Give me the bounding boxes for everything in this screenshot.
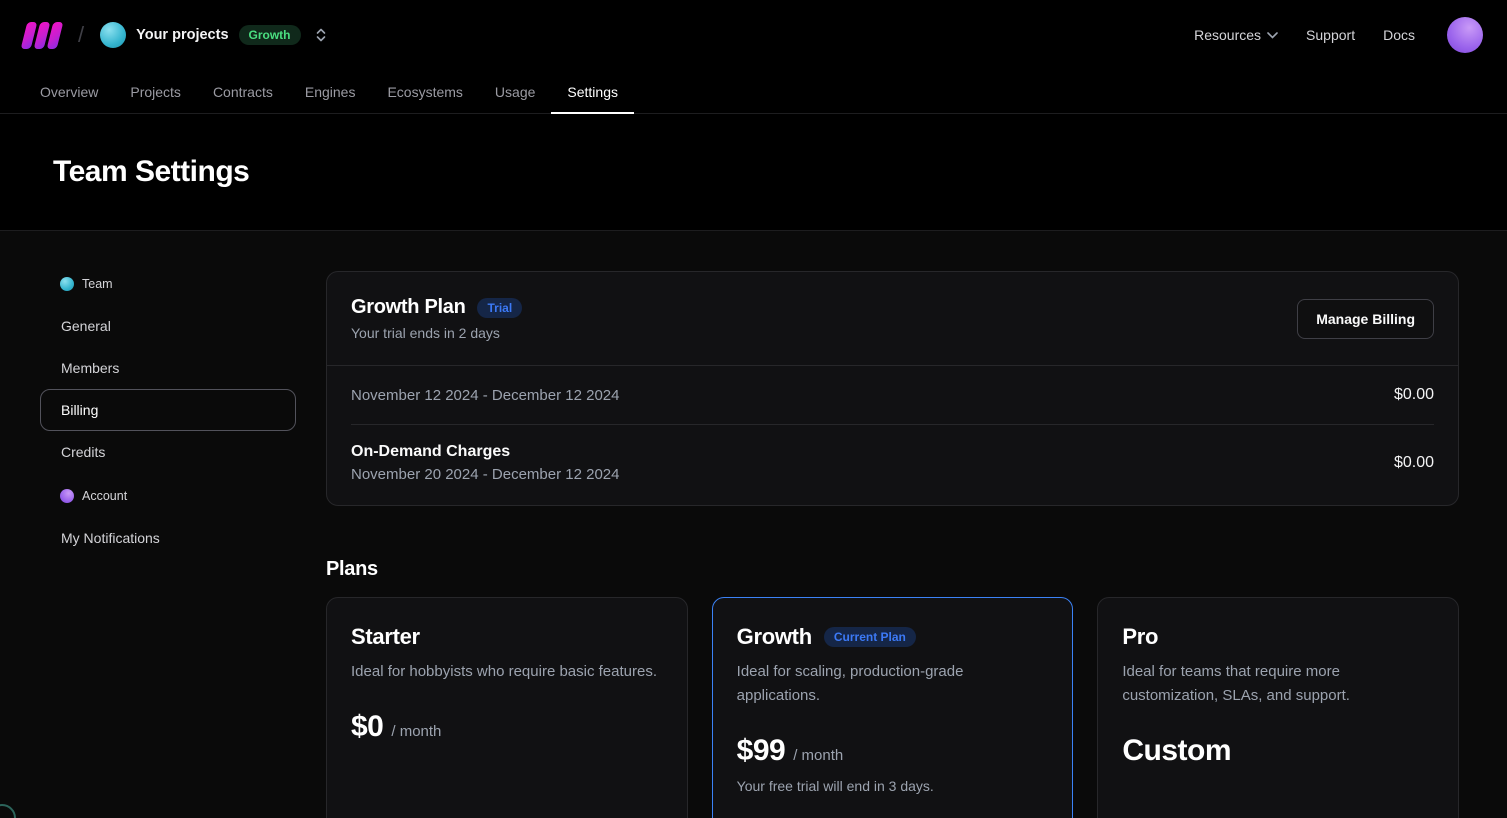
- header-nav: Resources Support Docs: [1194, 17, 1483, 53]
- chevron-up-down-icon[interactable]: [313, 27, 329, 43]
- team-avatar[interactable]: [100, 22, 126, 48]
- team-name[interactable]: Your projects: [136, 27, 228, 43]
- billing-period-row: November 12 2024 - December 12 2024 $0.0…: [327, 366, 1458, 424]
- plan-price: $99: [737, 734, 786, 768]
- resources-label: Resources: [1194, 27, 1261, 43]
- plan-name: Pro: [1122, 624, 1158, 650]
- sidebar-section-label: Account: [82, 489, 127, 503]
- sidebar-item-my-notifications[interactable]: My Notifications: [40, 517, 296, 559]
- plan-description: Ideal for teams that require more custom…: [1122, 660, 1434, 708]
- ondemand-title: On-Demand Charges: [351, 443, 620, 461]
- ondemand-charges-row: On-Demand Charges November 20 2024 - Dec…: [327, 425, 1458, 505]
- tab-contracts[interactable]: Contracts: [197, 70, 289, 113]
- billing-main: Growth Plan Trial Your trial ends in 2 d…: [326, 271, 1459, 818]
- breadcrumb-separator: /: [78, 22, 84, 48]
- plan-price: Custom: [1122, 734, 1231, 768]
- page-title: Team Settings: [53, 155, 249, 189]
- sidebar-item-credits[interactable]: Credits: [40, 431, 296, 473]
- sidebar-item-general[interactable]: General: [40, 305, 296, 347]
- billing-period-amount: $0.00: [1394, 386, 1434, 404]
- team-dot-icon: [60, 277, 74, 291]
- manage-billing-button[interactable]: Manage Billing: [1297, 299, 1434, 339]
- settings-sidebar: Team General Members Billing Credits Acc…: [40, 271, 296, 818]
- tab-engines[interactable]: Engines: [289, 70, 372, 113]
- tab-ecosystems[interactable]: Ecosystems: [371, 70, 478, 113]
- plans-heading: Plans: [326, 558, 1459, 581]
- sidebar-section-team: Team: [40, 271, 296, 297]
- team-plan-badge: Growth: [239, 25, 301, 45]
- main-tabbar: Overview Projects Contracts Engines Ecos…: [0, 70, 1507, 114]
- plan-price-suffix: / month: [391, 723, 441, 740]
- tab-usage[interactable]: Usage: [479, 70, 551, 113]
- trial-subtitle: Your trial ends in 2 days: [351, 325, 522, 341]
- plan-card-growth: Growth Current Plan Ideal for scaling, p…: [712, 597, 1074, 818]
- plan-price: $0: [351, 710, 383, 744]
- tab-overview[interactable]: Overview: [24, 70, 114, 113]
- user-avatar[interactable]: [1447, 17, 1483, 53]
- plan-name: Starter: [351, 624, 420, 650]
- plans-grid: Starter Ideal for hobbyists who require …: [326, 597, 1459, 818]
- plan-description: Ideal for scaling, production-grade appl…: [737, 660, 1049, 708]
- top-header: / Your projects Growth Resources Support…: [0, 0, 1507, 70]
- resources-menu[interactable]: Resources: [1194, 27, 1278, 43]
- sidebar-item-members[interactable]: Members: [40, 347, 296, 389]
- sidebar-item-billing[interactable]: Billing: [40, 389, 296, 431]
- current-plan-title: Growth Plan: [351, 296, 465, 319]
- content: Team General Members Billing Credits Acc…: [0, 231, 1507, 818]
- account-dot-icon: [60, 489, 74, 503]
- sidebar-section-label: Team: [82, 277, 113, 291]
- plan-card-starter: Starter Ideal for hobbyists who require …: [326, 597, 688, 818]
- billing-card-header: Growth Plan Trial Your trial ends in 2 d…: [327, 272, 1458, 366]
- ondemand-period: November 20 2024 - December 12 2024: [351, 466, 620, 483]
- plan-trial-note: Your free trial will end in 3 days.: [737, 778, 1049, 794]
- thirdweb-logo[interactable]: [24, 22, 60, 49]
- current-plan-badge: Current Plan: [824, 627, 916, 647]
- billing-card: Growth Plan Trial Your trial ends in 2 d…: [326, 271, 1459, 506]
- plan-card-pro: Pro Ideal for teams that require more cu…: [1097, 597, 1459, 818]
- tab-projects[interactable]: Projects: [114, 70, 197, 113]
- billing-period: November 12 2024 - December 12 2024: [351, 387, 620, 404]
- support-link[interactable]: Support: [1306, 27, 1355, 43]
- docs-link[interactable]: Docs: [1383, 27, 1415, 43]
- sidebar-section-account: Account: [40, 483, 296, 509]
- plan-description: Ideal for hobbyists who require basic fe…: [351, 660, 663, 684]
- chevron-down-icon: [1267, 32, 1278, 39]
- title-band: Team Settings: [0, 114, 1507, 231]
- trial-badge: Trial: [477, 298, 522, 318]
- tab-settings[interactable]: Settings: [551, 70, 634, 113]
- ondemand-amount: $0.00: [1394, 454, 1434, 472]
- plan-name: Growth: [737, 624, 812, 650]
- plan-price-suffix: / month: [793, 747, 843, 764]
